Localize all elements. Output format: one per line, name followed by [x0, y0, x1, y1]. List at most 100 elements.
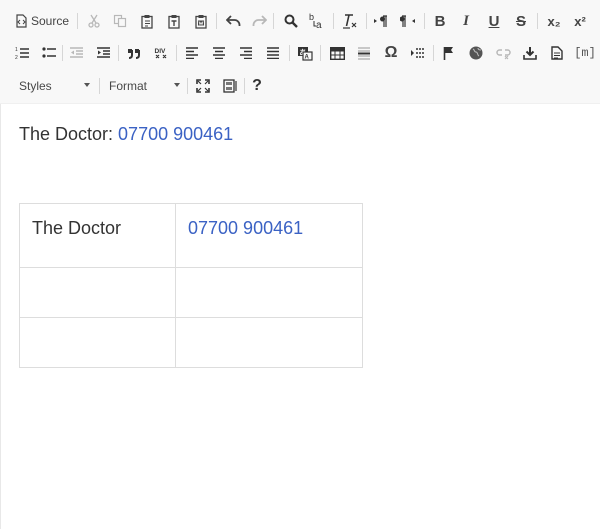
contact-table[interactable]: The Doctor 07700 900461	[19, 203, 363, 368]
contact-name-text: The Doctor:	[19, 124, 119, 144]
styles-dropdown[interactable]: Styles	[19, 71, 90, 101]
svg-text:2: 2	[15, 55, 18, 60]
outdent-icon	[69, 46, 84, 60]
text-direction-rtl-button[interactable]	[396, 6, 420, 36]
special-char-button[interactable]: Ω	[379, 38, 403, 68]
separator	[537, 13, 538, 29]
horizontal-rule-button[interactable]	[352, 38, 376, 68]
paste-text-button[interactable]	[162, 6, 186, 36]
blockquote-icon	[127, 47, 142, 59]
svg-text:A: A	[305, 54, 310, 60]
bold-icon: B	[434, 12, 446, 30]
separator	[433, 45, 434, 61]
create-div-button[interactable]: DIV	[149, 38, 173, 68]
show-blocks-button[interactable]	[218, 71, 242, 101]
italic-icon: I	[463, 12, 469, 29]
separator	[320, 45, 321, 61]
language-icon: あA	[297, 46, 313, 61]
source-button[interactable]: Source	[12, 6, 72, 36]
blockquote-button[interactable]	[122, 38, 146, 68]
table-cell[interactable]	[19, 267, 176, 318]
table-cell[interactable]	[19, 317, 176, 368]
table-row: The Doctor 07700 900461	[19, 203, 363, 268]
contact-paragraph[interactable]: The Doctor: 07700 900461	[19, 124, 233, 145]
align-left-icon	[185, 47, 199, 59]
redo-button[interactable]	[247, 6, 271, 36]
underline-button[interactable]: U	[482, 6, 506, 36]
help-button[interactable]: ?	[245, 71, 269, 101]
download-icon	[523, 46, 537, 60]
numbered-list-button[interactable]: 12	[10, 38, 34, 68]
copy-button[interactable]	[108, 6, 132, 36]
maximize-button[interactable]	[191, 71, 215, 101]
table-button[interactable]	[325, 38, 349, 68]
iframe-button[interactable]	[464, 38, 488, 68]
phone-link[interactable]: 07700 900461	[188, 218, 303, 238]
numbered-list-icon: 12	[15, 46, 30, 60]
align-left-button[interactable]	[180, 38, 204, 68]
editor-content-area[interactable]: The Doctor: 07700 900461 The Doctor 0770…	[0, 104, 600, 529]
replace-button[interactable]: ba	[305, 6, 329, 36]
remove-format-icon	[342, 13, 358, 29]
separator	[289, 45, 290, 61]
chevron-down-icon	[174, 83, 180, 87]
source-icon	[14, 14, 28, 28]
omega-icon: Ω	[384, 44, 398, 61]
ltr-icon	[373, 14, 389, 28]
bulleted-list-button[interactable]	[37, 38, 61, 68]
subscript-button[interactable]: x₂	[542, 6, 566, 36]
separator	[273, 13, 274, 29]
align-center-icon	[212, 47, 226, 59]
code-snippet-button[interactable]: [m]	[572, 38, 598, 68]
table-row	[19, 267, 363, 318]
code-snippet-icon: [m]	[574, 46, 596, 60]
page-break-button[interactable]	[406, 38, 430, 68]
download-button[interactable]	[518, 38, 542, 68]
search-icon	[284, 14, 298, 28]
indent-icon	[96, 46, 111, 60]
justify-button[interactable]	[261, 38, 285, 68]
toolbar-row-2: 12 DIV A Ω [m]	[0, 38, 600, 68]
phone-link[interactable]: 07700 900461	[118, 124, 233, 144]
italic-button[interactable]: I	[454, 6, 478, 36]
maximize-icon	[196, 79, 210, 93]
cut-button[interactable]	[82, 6, 106, 36]
styles-label: Styles	[19, 79, 52, 93]
undo-button[interactable]	[221, 6, 245, 36]
copy-icon	[113, 14, 127, 28]
align-center-button[interactable]	[207, 38, 231, 68]
source-label: Source	[31, 14, 70, 28]
align-right-button[interactable]	[234, 38, 258, 68]
table-cell[interactable]	[175, 267, 363, 318]
table-cell[interactable]: 07700 900461	[175, 203, 363, 268]
separator	[62, 45, 63, 61]
show-blocks-icon	[222, 79, 238, 93]
superscript-button[interactable]: x²	[568, 6, 592, 36]
find-button[interactable]	[279, 6, 303, 36]
paste-button[interactable]	[135, 6, 159, 36]
document-properties-button[interactable]	[545, 38, 569, 68]
bulleted-list-icon	[41, 46, 57, 60]
rtl-icon	[400, 14, 416, 28]
replace-icon: ba	[308, 12, 326, 30]
globe-icon	[469, 46, 483, 60]
separator	[99, 78, 100, 94]
remove-format-button[interactable]	[338, 6, 362, 36]
unlink-button[interactable]	[491, 38, 515, 68]
indent-button[interactable]	[91, 38, 115, 68]
table-cell[interactable]: The Doctor	[19, 203, 176, 268]
format-dropdown[interactable]: Format	[109, 71, 180, 101]
svg-text:a: a	[316, 20, 322, 30]
separator	[187, 78, 188, 94]
text-direction-ltr-button[interactable]	[369, 6, 393, 36]
paste-word-button[interactable]	[189, 6, 213, 36]
underline-icon: U	[488, 12, 500, 30]
toolbar-row-3: Styles Format ?	[0, 71, 600, 101]
bold-button[interactable]: B	[428, 6, 452, 36]
div-container-icon: DIV	[154, 46, 169, 61]
language-button[interactable]: あA	[293, 38, 317, 68]
outdent-button[interactable]	[64, 38, 88, 68]
strikethrough-button[interactable]: S	[509, 6, 533, 36]
anchor-button[interactable]	[437, 38, 461, 68]
table-cell[interactable]	[175, 317, 363, 368]
